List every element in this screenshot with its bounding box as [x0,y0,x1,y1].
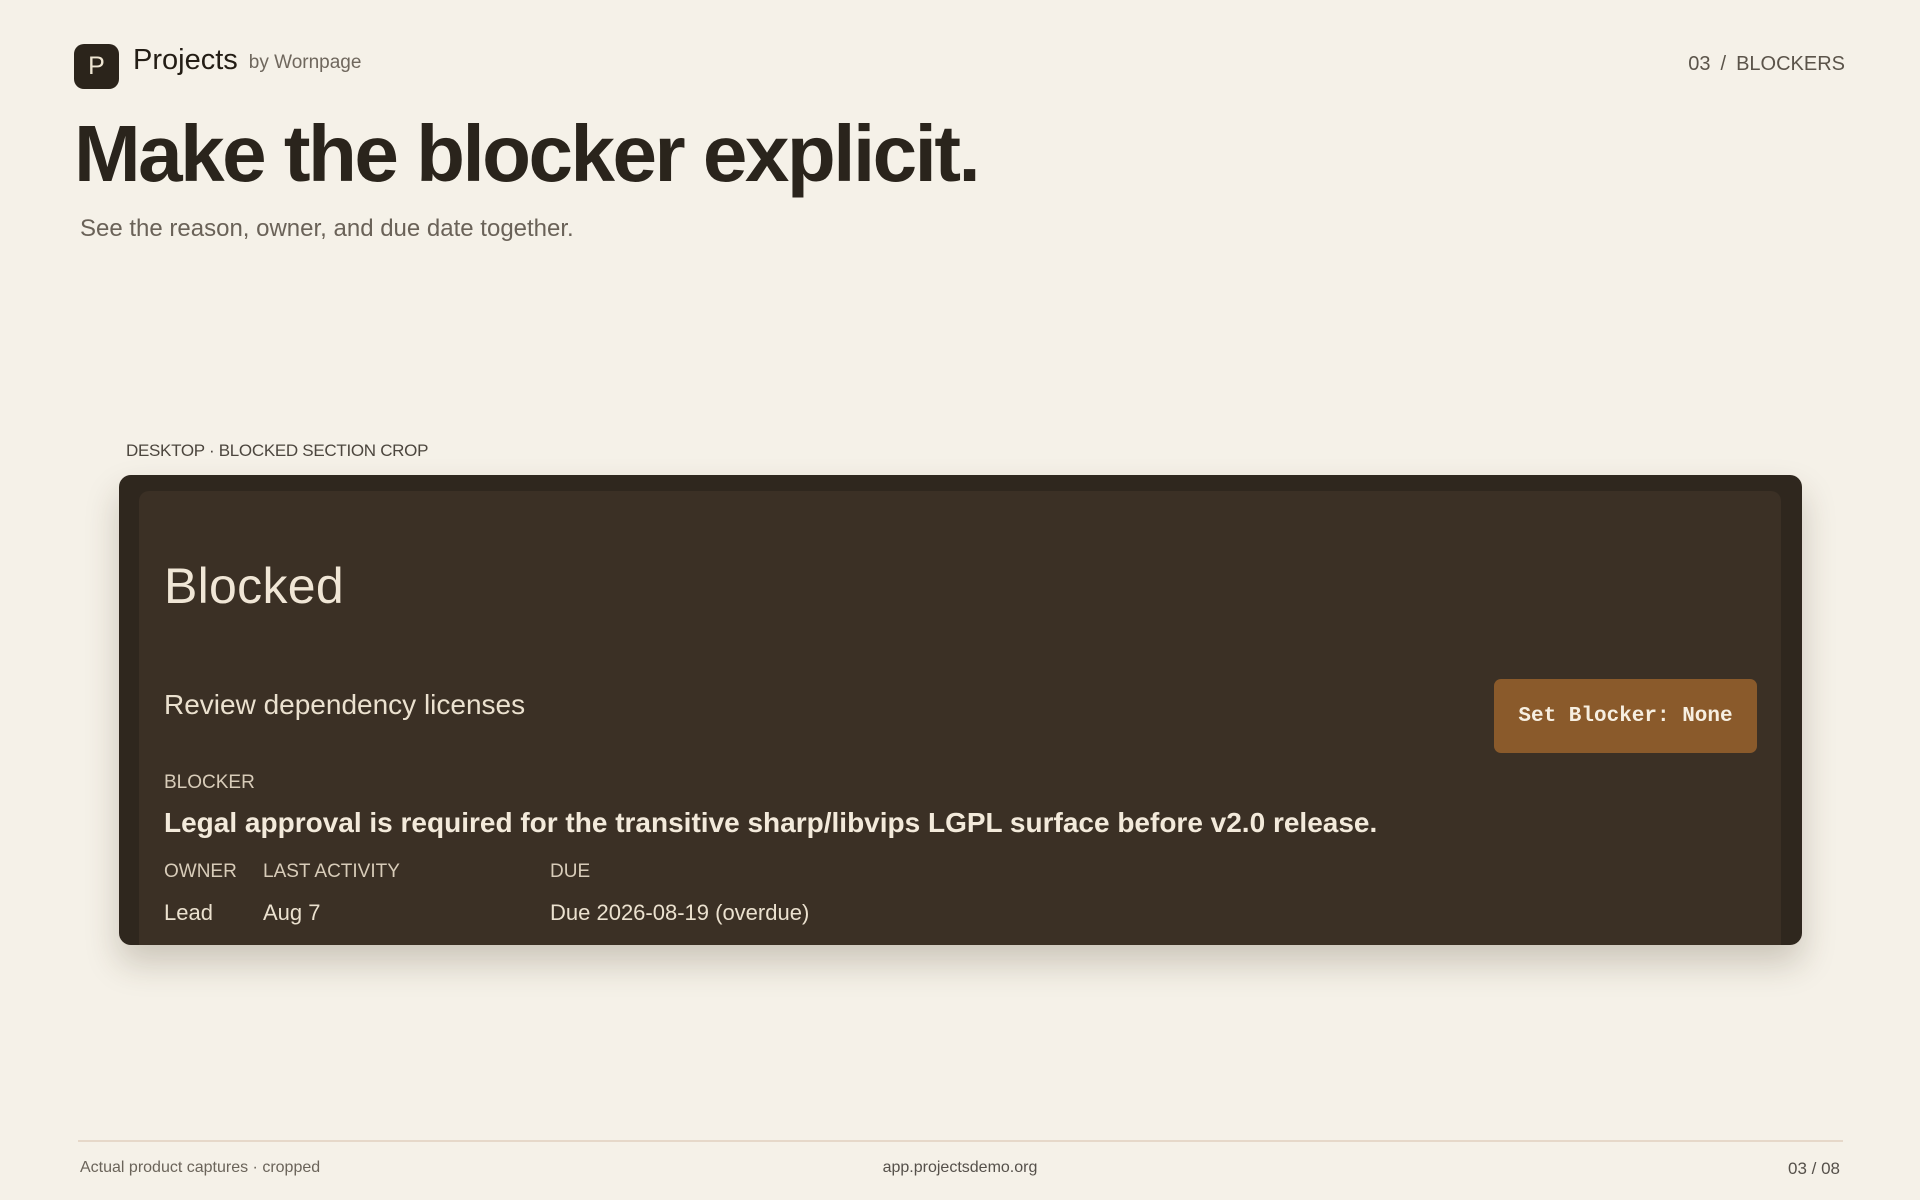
screenshot-frame: Blocked Review dependency licenses Set B… [119,475,1802,945]
owner-value: Lead [164,900,213,925]
last-activity-label: LAST ACTIVITY [263,861,400,882]
page-headline: Make the blocker explicit. [74,109,981,198]
due-field: DUE Due 2026-08-19 (overdue) [550,861,809,926]
due-value: Due 2026-08-19 (overdue) [550,900,810,925]
app-logo-icon: P [74,44,119,89]
capture-label: DESKTOP · BLOCKED SECTION CROP [126,441,429,460]
app-name: Projects [133,44,238,76]
section-breadcrumb: 03 / BLOCKERS [1688,53,1845,76]
due-label: DUE [550,861,591,882]
page-number: 03 / 08 [1788,1159,1840,1178]
footer-divider [78,1140,1843,1142]
brand: P Projects by Wornpage [74,44,361,89]
set-blocker-button[interactable]: Set Blocker: None [1494,679,1757,753]
owner-field: OWNER Lead [164,861,237,926]
task-title[interactable]: Review dependency licenses [164,689,525,721]
section-title: Blocked [164,558,344,614]
by-line: by Wornpage [248,51,362,73]
page-subheadline: See the reason, owner, and due date toge… [80,215,574,242]
section-name: BLOCKERS [1736,53,1845,75]
footer-url: app.projectsdemo.org [882,1159,1038,1176]
last-activity-value: Aug 7 [263,900,321,925]
owner-label: OWNER [164,861,237,882]
last-activity-field: LAST ACTIVITY Aug 7 [263,861,400,926]
blocked-section: Blocked Review dependency licenses Set B… [139,491,1781,945]
slide: P Projects by Wornpage 03 / BLOCKERS Mak… [0,0,1920,1200]
breadcrumb-separator: / [1720,53,1727,75]
blocker-reason: Legal approval is required for the trans… [164,807,1378,838]
blocker-label: BLOCKER [164,772,255,793]
section-number: 03 [1688,53,1711,75]
